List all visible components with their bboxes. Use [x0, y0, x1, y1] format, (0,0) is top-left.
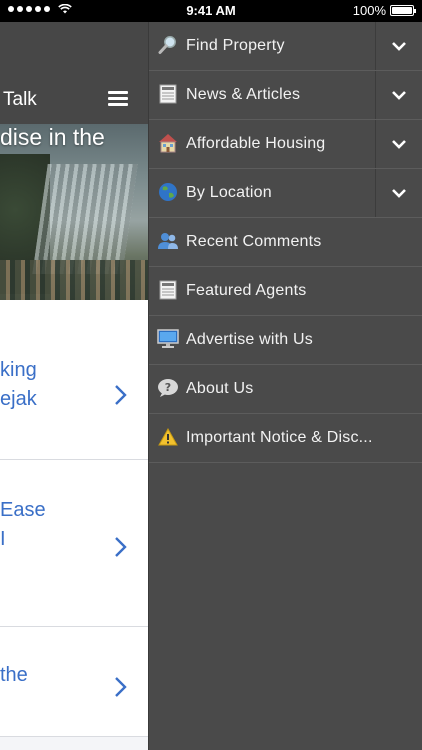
menu-item-label: Featured Agents [186, 282, 307, 299]
menu-item-by-location[interactable]: By Location [149, 169, 422, 218]
article-title-line: Ease [0, 499, 46, 521]
expand-button[interactable] [375, 120, 422, 168]
menu-item-label: Advertise with Us [186, 331, 313, 348]
globe-icon [157, 181, 179, 203]
expand-button[interactable] [375, 22, 422, 70]
magnifier-icon [157, 34, 179, 56]
warning-icon [157, 426, 179, 448]
help-bubble-icon: ? [157, 377, 179, 399]
main-screen: Talk dise in the king ejak Ease I the [0, 22, 148, 750]
menu-item-label: Affordable Housing [186, 135, 326, 152]
app-header: Talk [0, 22, 148, 124]
menu-item-label: Find Property [186, 37, 285, 54]
chevron-down-icon [392, 42, 406, 51]
menu-item-recent-comments[interactable]: Recent Comments [149, 218, 422, 267]
menu-item-find-property[interactable]: Find Property [149, 22, 422, 71]
article-title-line: I [0, 528, 6, 550]
app-title: Talk [3, 89, 37, 110]
menu-item-about-us[interactable]: ? About Us [149, 365, 422, 414]
menu-item-label: Important Notice & Disc... [186, 429, 373, 446]
hero-banner[interactable]: dise in the [0, 124, 148, 300]
chevron-down-icon [392, 91, 406, 100]
hamburger-menu-icon[interactable] [108, 91, 128, 107]
menu-item-featured-agents[interactable]: Featured Agents [149, 267, 422, 316]
menu-item-label: Recent Comments [186, 233, 322, 250]
chevron-down-icon [392, 140, 406, 149]
menu-item-important-notice[interactable]: Important Notice & Disc... [149, 414, 422, 463]
menu-item-label: News & Articles [186, 86, 301, 103]
svg-text:?: ? [165, 381, 171, 394]
monitor-icon [157, 328, 179, 350]
list-item[interactable]: the [0, 627, 148, 737]
chevron-down-icon [392, 189, 406, 198]
list-item[interactable]: king ejak [0, 300, 148, 460]
article-title-line: ejak [0, 388, 37, 410]
house-icon [157, 132, 179, 154]
battery-icon [390, 5, 416, 16]
newspaper-icon [157, 83, 179, 105]
menu-item-label: About Us [186, 380, 254, 397]
battery-percent: 100% [352, 3, 386, 18]
article-title-line: the [0, 664, 28, 686]
menu-item-affordable-housing[interactable]: Affordable Housing [149, 120, 422, 169]
menu-item-advertise[interactable]: Advertise with Us [149, 316, 422, 365]
users-icon [157, 230, 179, 252]
expand-button[interactable] [375, 169, 422, 217]
hero-headline: dise in the [0, 124, 105, 150]
document-icon [157, 279, 179, 301]
status-bar: 9:41 AM 100% [0, 0, 422, 22]
chevron-right-icon [115, 537, 127, 557]
article-title-line: king [0, 359, 37, 381]
list-item[interactable]: Ease I [0, 460, 148, 627]
menu-item-label: By Location [186, 184, 272, 201]
chevron-right-icon [115, 677, 127, 697]
side-drawer-menu: Find Property News & Articles Affordable… [148, 22, 422, 750]
menu-item-news-articles[interactable]: News & Articles [149, 71, 422, 120]
expand-button[interactable] [375, 71, 422, 119]
chevron-right-icon [115, 385, 127, 405]
